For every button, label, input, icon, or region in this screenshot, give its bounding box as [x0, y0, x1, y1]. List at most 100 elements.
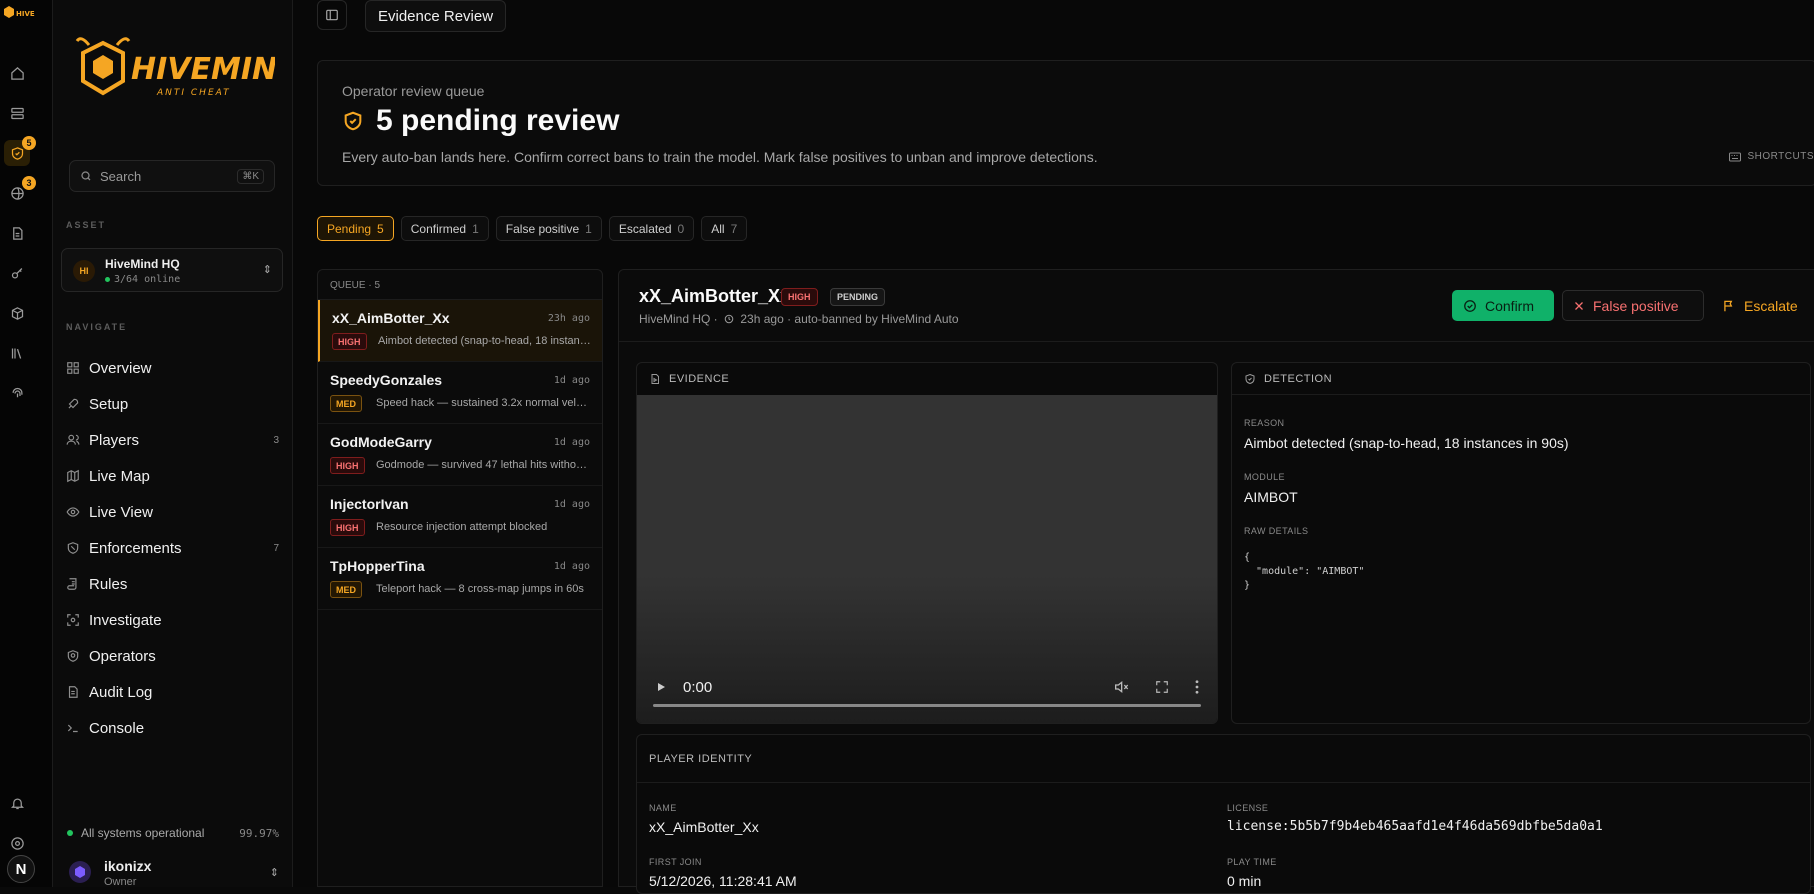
- name-label: NAME: [649, 803, 677, 813]
- shield-check-icon: [342, 110, 364, 132]
- search-shortcut: ⌘K: [237, 168, 264, 184]
- search-input[interactable]: Search ⌘K: [69, 160, 275, 192]
- icon-rail: HIVE 5 3 N: [0, 0, 53, 887]
- play-icon[interactable]: [655, 681, 667, 693]
- user-avatar: [69, 861, 91, 883]
- sidebar-item-label: Enforcements: [89, 539, 182, 557]
- sidebar-item-live-view[interactable]: Live View: [63, 497, 283, 527]
- rocket-icon: [65, 396, 81, 412]
- fullscreen-icon[interactable]: [1155, 680, 1169, 694]
- hivemind-logo: HIVEMIND ANTI CHEAT: [75, 35, 302, 115]
- detection-card: DETECTION REASON Aimbot detected (snap-t…: [1231, 362, 1811, 724]
- escalate-button[interactable]: Escalate: [1712, 290, 1814, 321]
- sidebar-item-rules[interactable]: Rules: [63, 569, 283, 599]
- flag-icon: [1722, 299, 1736, 313]
- case-header: xX_AimBotter_Xx HIGH PENDING HiveMind HQ…: [619, 270, 1814, 342]
- tab-confirmed[interactable]: Confirmed 1: [400, 216, 489, 241]
- queue-time: 23h ago: [547, 313, 590, 324]
- severity-badge: MED: [330, 581, 362, 598]
- shortcuts-button[interactable]: SHORTCUTS: [1729, 151, 1814, 162]
- review-header-card: Operator review queue 5 pending review E…: [317, 60, 1814, 186]
- review-shield-icon[interactable]: 5: [4, 136, 36, 166]
- home-icon[interactable]: [4, 60, 30, 86]
- user-menu[interactable]: ikonizx Owner ⇕: [67, 852, 279, 888]
- scan-icon: [65, 612, 81, 628]
- system-status-text: All systems operational: [81, 826, 205, 840]
- globe-icon[interactable]: 3: [4, 176, 36, 206]
- status-dot: [67, 830, 73, 836]
- sidebar-item-label: Overview: [89, 359, 152, 377]
- fingerprint-icon[interactable]: [4, 380, 30, 406]
- shield-check-icon: [1244, 373, 1256, 385]
- sidebar-item-label: Rules: [89, 575, 128, 593]
- list-item[interactable]: GodModeGarry 1d ago HIGH Godmode — survi…: [318, 424, 602, 486]
- badge-icon: [65, 648, 81, 664]
- queue-player-name: InjectorIvan: [330, 496, 409, 512]
- queue-time: 1d ago: [553, 437, 590, 448]
- terminal-icon: [65, 720, 81, 736]
- tab-escalated[interactable]: Escalated 0: [608, 216, 695, 241]
- search-placeholder: Search: [100, 168, 142, 184]
- reason-label: REASON: [1244, 418, 1285, 428]
- sidebar-item-players[interactable]: Players 3: [63, 425, 283, 455]
- list-item[interactable]: InjectorIvan 1d ago HIGH Resource inject…: [318, 486, 602, 548]
- tab-pending[interactable]: Pending 5: [317, 216, 394, 241]
- sidebar-item-setup[interactable]: Setup: [63, 389, 283, 419]
- sidebar-item-overview[interactable]: Overview: [63, 353, 283, 383]
- confirm-button[interactable]: Confirm: [1452, 290, 1554, 321]
- false-positive-button[interactable]: False positive: [1562, 290, 1704, 321]
- sidebar-item-count: 3: [273, 434, 279, 446]
- case-player-name: xX_AimBotter_Xx: [639, 286, 791, 306]
- tab-false-positive[interactable]: False positive 1: [495, 216, 602, 241]
- tab-all[interactable]: All 7: [701, 216, 748, 241]
- check-circle-icon: [1463, 299, 1477, 313]
- sidebar-item-label: Console: [89, 719, 145, 737]
- keyboard-icon: [1729, 152, 1742, 161]
- cube-icon[interactable]: [4, 300, 30, 326]
- bell-icon[interactable]: [4, 790, 30, 816]
- rail-logo-icon[interactable]: HIVE: [3, 4, 35, 22]
- queue-reason: Aimbot detected (snap-to-head, 18 instan…: [378, 335, 592, 347]
- queue-header: QUEUE · 5: [318, 270, 602, 300]
- servers-icon[interactable]: [4, 100, 30, 126]
- more-options-icon[interactable]: [1195, 680, 1199, 694]
- review-queue: QUEUE · 5 xX_AimBotter_Xx 23h ago HIGH A…: [317, 269, 603, 887]
- key-icon[interactable]: [4, 260, 30, 286]
- case-meta: HiveMind HQ · 23h ago · auto-banned by H…: [639, 312, 959, 327]
- clock-icon: [724, 313, 734, 327]
- sidebar-item-label: Audit Log: [89, 683, 153, 701]
- sidebar-item-console[interactable]: Console: [63, 713, 283, 743]
- sidebar-item-investigate[interactable]: Investigate: [63, 605, 283, 635]
- help-icon[interactable]: [4, 830, 30, 856]
- severity-badge: HIGH: [332, 333, 367, 350]
- list-item[interactable]: xX_AimBotter_Xx 23h ago HIGH Aimbot dete…: [318, 300, 602, 362]
- main-content: Evidence Review Operator review queue 5 …: [293, 0, 1814, 894]
- breadcrumb[interactable]: Evidence Review: [365, 0, 507, 32]
- queue-reason: Teleport hack — 8 cross-map jumps in 60s: [376, 583, 584, 595]
- queue-time: 1d ago: [553, 561, 590, 572]
- list-item[interactable]: TpHopperTina 1d ago MED Teleport hack — …: [318, 548, 602, 610]
- workspace-avatar[interactable]: N: [7, 855, 35, 883]
- user-role: Owner: [104, 876, 137, 888]
- video-controls: 0:00: [655, 677, 1199, 697]
- sidebar-item-live-map[interactable]: Live Map: [63, 461, 283, 491]
- name-value: xX_AimBotter_Xx: [649, 819, 759, 835]
- mute-icon[interactable]: [1113, 679, 1129, 695]
- library-icon[interactable]: [4, 340, 30, 366]
- asset-avatar: HI: [73, 260, 95, 282]
- sidebar-item-enforcements[interactable]: Enforcements 7: [63, 533, 283, 563]
- evidence-video-player[interactable]: 0:00: [637, 395, 1217, 723]
- list-item[interactable]: SpeedyGonzales 1d ago MED Speed hack — s…: [318, 362, 602, 424]
- raw-details-label: RAW DETAILS: [1244, 526, 1309, 536]
- video-progress-bar[interactable]: [653, 704, 1201, 707]
- document-icon[interactable]: [4, 220, 30, 246]
- queue-reason: Godmode — survived 47 lethal hits withou…: [376, 459, 590, 471]
- sidebar-toggle-button[interactable]: [317, 0, 347, 30]
- eye-icon: [65, 504, 81, 520]
- sidebar-item-label: Players: [89, 431, 140, 449]
- player-identity-card: PLAYER IDENTITY NAME xX_AimBotter_Xx LIC…: [636, 734, 1811, 894]
- license-value[interactable]: license:5b5b7f9b4eb465aafd1e4f46da569dbf…: [1227, 819, 1603, 834]
- asset-switcher[interactable]: HI HiveMind HQ 3/64 online ⇕: [61, 248, 283, 292]
- sidebar-item-audit-log[interactable]: Audit Log: [63, 677, 283, 707]
- sidebar-item-operators[interactable]: Operators: [63, 641, 283, 671]
